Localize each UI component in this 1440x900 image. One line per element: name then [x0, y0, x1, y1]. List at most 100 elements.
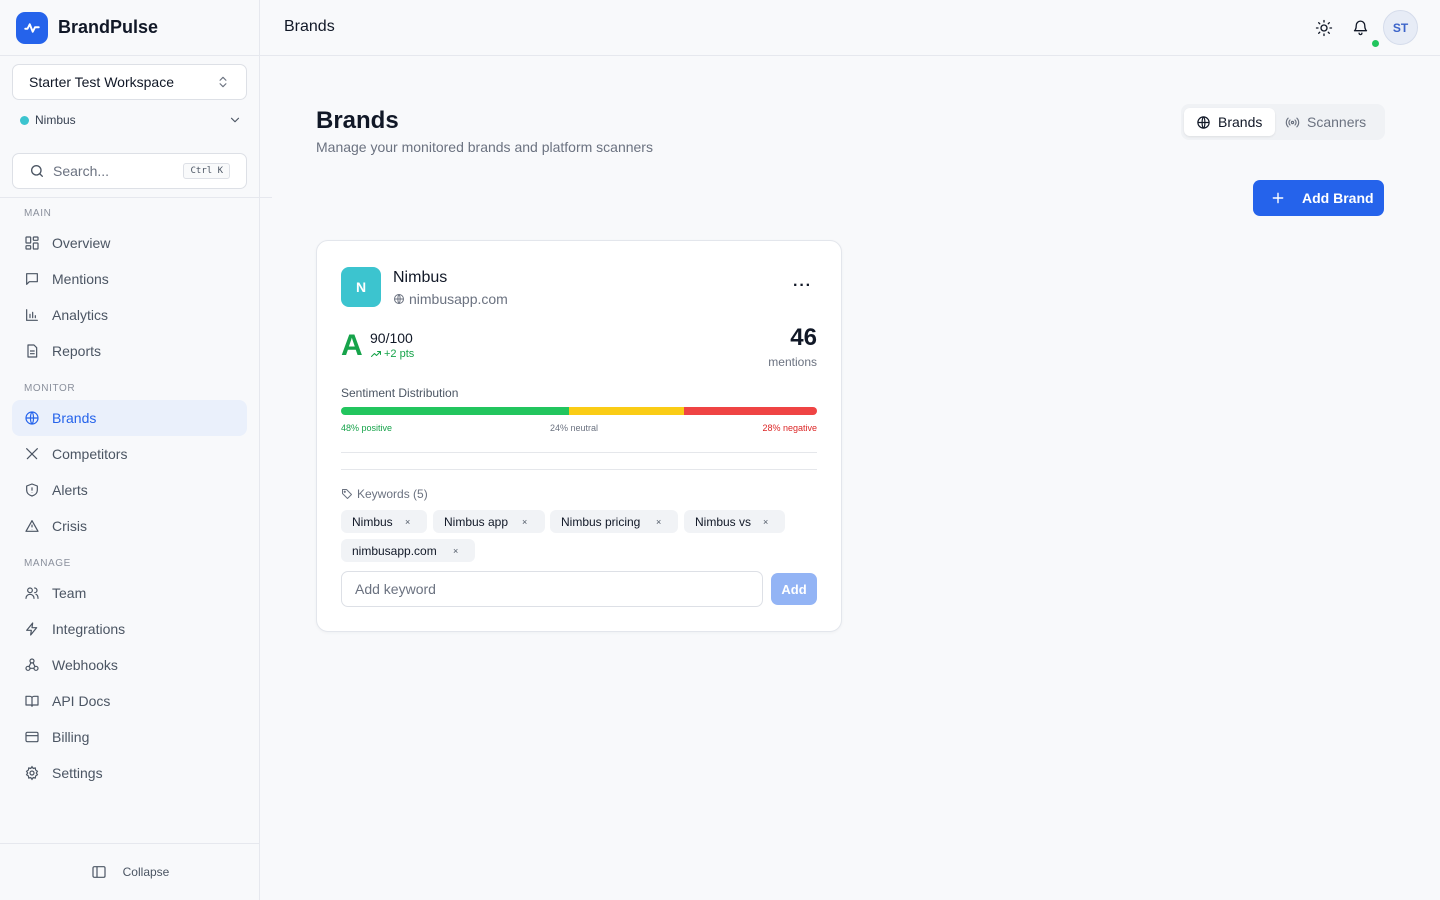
keyword-text: Nimbus vs — [695, 514, 752, 529]
alert-triangle-icon — [25, 520, 39, 532]
message-square-icon — [26, 273, 38, 285]
sidebar-item-analytics[interactable]: Analytics — [12, 297, 247, 333]
sentiment-negative-label: 28% negative — [762, 423, 817, 433]
radio-signal-icon — [1285, 117, 1300, 127]
add-keyword-button[interactable]: Add — [771, 573, 817, 605]
keyword-text: Nimbus app — [444, 514, 509, 529]
tab-label: Scanners — [1307, 114, 1367, 130]
add-keyword-placeholder: Add keyword — [355, 581, 436, 597]
file-text-icon — [27, 344, 38, 358]
swords-icon — [26, 448, 38, 460]
sidebar-item-reports[interactable]: Reports — [12, 333, 247, 369]
remove-keyword-icon[interactable]: × — [656, 517, 661, 527]
sidebar-item-webhooks[interactable]: Webhooks — [12, 647, 247, 683]
section-manage-label: MANAGE — [24, 558, 71, 569]
collapse-label: Collapse — [122, 865, 170, 879]
brand-card: N Nimbus nimbusapp.com ··· A 90/100 +2 p… — [316, 240, 842, 632]
remove-keyword-icon[interactable]: × — [763, 517, 768, 527]
bell-icon[interactable] — [1352, 19, 1369, 36]
keyword-chip: Nimbus pricing × — [550, 510, 678, 533]
zap-icon — [26, 622, 38, 636]
online-status-dot — [1372, 40, 1379, 47]
sidebar-item-competitors[interactable]: Competitors — [12, 436, 247, 472]
sidebar-item-label: Webhooks — [52, 657, 118, 673]
sidebar-item-integrations[interactable]: Integrations — [12, 611, 247, 647]
keyword-text: Nimbus pricing — [561, 514, 641, 529]
add-keyword-input[interactable]: Add keyword — [341, 571, 763, 607]
trending-up-icon — [371, 351, 381, 357]
shield-icon — [26, 483, 38, 497]
mentions-count: 46 — [790, 324, 817, 351]
sidebar-item-overview[interactable]: Overview — [12, 225, 247, 261]
more-options-icon[interactable]: ··· — [793, 277, 812, 295]
sidebar-item-label: Settings — [52, 765, 103, 781]
sidebar-item-label: Billing — [52, 729, 90, 745]
sidebar-item-label: Alerts — [52, 482, 88, 498]
app-name: BrandPulse — [58, 17, 159, 37]
keyword-chip: Nimbus app × — [433, 510, 545, 533]
remove-keyword-icon[interactable]: × — [453, 546, 458, 556]
search-shortcut-badge: Ctrl K — [183, 163, 230, 179]
keywords-title-text: Keywords (5) — [357, 487, 428, 501]
brand-domain-text: nimbusapp.com — [409, 291, 508, 307]
users-icon — [25, 587, 39, 599]
score-delta: +2 pts — [370, 348, 414, 360]
remove-keyword-icon[interactable]: × — [405, 517, 410, 527]
brand-name: Nimbus — [393, 269, 448, 286]
tab-scanners[interactable]: Scanners — [1285, 108, 1366, 136]
sidebar-item-settings[interactable]: Settings — [12, 755, 247, 791]
globe-icon — [25, 411, 39, 425]
sidebar: BrandPulse Starter Test Workspace Nimbus… — [0, 0, 272, 900]
brandpulse-logo-icon[interactable] — [16, 11, 48, 44]
keywords-title: Keywords (5) — [341, 487, 428, 501]
brand-selector[interactable]: Nimbus — [20, 112, 242, 128]
sidebar-item-alerts[interactable]: Alerts — [12, 472, 247, 508]
workspace-name: Starter Test Workspace — [29, 74, 174, 90]
collapse-sidebar-button[interactable]: Collapse — [0, 843, 260, 900]
brand-avatar: N — [341, 267, 381, 307]
globe-icon — [394, 294, 404, 304]
book-open-icon — [25, 695, 39, 707]
tab-brands[interactable]: Brands — [1184, 108, 1275, 136]
sidebar-item-label: Mentions — [52, 271, 109, 287]
sidebar-item-crisis[interactable]: Crisis — [12, 508, 247, 544]
sidebar-item-label: Competitors — [52, 446, 128, 462]
brand-selector-label: Nimbus — [35, 113, 76, 127]
sentiment-neutral-label: 24% neutral — [550, 423, 599, 433]
chevron-down-icon — [230, 117, 240, 123]
sidebar-item-brands[interactable]: Brands — [12, 400, 247, 436]
sidebar-item-label: Analytics — [52, 307, 109, 323]
score-delta-text: +2 pts — [384, 348, 415, 360]
globe-icon — [1197, 115, 1210, 129]
tag-icon — [342, 489, 352, 499]
grid-icon — [25, 236, 39, 250]
credit-card-icon — [25, 731, 39, 743]
add-brand-label: Add Brand — [1302, 190, 1374, 206]
breadcrumb: Brands — [284, 18, 335, 35]
keyword-text: nimbusapp.com — [352, 543, 437, 558]
brand-domain: nimbusapp.com — [393, 291, 508, 307]
keyword-chip: Nimbus vs × — [684, 510, 785, 533]
sidebar-item-team[interactable]: Team — [12, 575, 247, 611]
avatar[interactable]: ST — [1383, 10, 1418, 45]
sidebar-item-mentions[interactable]: Mentions — [12, 261, 247, 297]
search-input[interactable]: Search... Ctrl K — [12, 153, 247, 189]
remove-keyword-icon[interactable]: × — [522, 517, 527, 527]
mentions-label: mentions — [768, 355, 817, 369]
page-title: Brands — [316, 107, 399, 134]
brand-score: 90/100 — [370, 330, 413, 346]
sentiment-bar — [341, 407, 817, 415]
tab-label: Brands — [1218, 114, 1263, 130]
chevrons-up-down-icon — [219, 76, 227, 88]
plus-icon — [1272, 192, 1284, 204]
app-header: BrandPulse — [0, 0, 259, 56]
sidebar-item-billing[interactable]: Billing — [12, 719, 247, 755]
card-divider — [341, 452, 817, 453]
add-brand-button[interactable]: Add Brand — [1253, 180, 1384, 216]
sidebar-item-label: Overview — [52, 235, 111, 251]
keyword-chip: nimbusapp.com × — [341, 539, 475, 562]
sun-icon[interactable] — [1315, 19, 1333, 37]
sidebar-item-api-docs[interactable]: API Docs — [12, 683, 247, 719]
workspace-select[interactable]: Starter Test Workspace — [12, 64, 247, 100]
gear-icon — [25, 765, 39, 781]
